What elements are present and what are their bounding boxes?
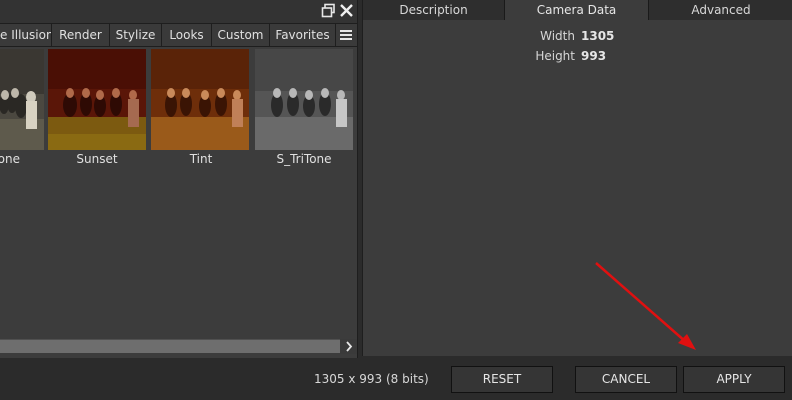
effect-thumbnail-sunset[interactable] — [48, 49, 146, 150]
effect-thumbnail-tritone-partial[interactable] — [0, 49, 44, 150]
reset-button[interactable]: RESET — [451, 366, 553, 393]
effects-browser-panel: e Illusion Render Stylize Looks Custom F… — [0, 0, 358, 358]
horizontal-scrollbar[interactable] — [0, 339, 340, 353]
width-label: Width — [540, 29, 575, 43]
apply-button[interactable]: APPLY — [683, 366, 785, 393]
info-panel: Description Camera Data Advanced Width 1… — [362, 0, 792, 356]
tab-looks[interactable]: Looks — [162, 24, 212, 46]
thumbnail-label: Sunset — [76, 152, 118, 166]
tab-render[interactable]: Render — [52, 24, 110, 46]
tab-custom[interactable]: Custom — [212, 24, 270, 46]
restore-window-icon[interactable] — [321, 3, 336, 18]
panel-titlebar — [0, 0, 357, 23]
effect-thumbnail-tint[interactable] — [151, 49, 249, 150]
thumbnail-label: S_TriTone — [276, 152, 332, 166]
scroll-right-button[interactable] — [340, 339, 357, 354]
tab-camera-data[interactable]: Camera Data — [505, 0, 649, 20]
cancel-button[interactable]: CANCEL — [575, 366, 677, 393]
thumbnail-label: Tint — [189, 152, 213, 166]
close-icon[interactable] — [339, 3, 354, 18]
tab-favorites[interactable]: Favorites — [270, 24, 336, 46]
tab-description[interactable]: Description — [363, 0, 505, 20]
hamburger-menu-icon[interactable] — [336, 26, 356, 44]
tab-advanced[interactable]: Advanced — [649, 0, 792, 20]
tab-illusion[interactable]: e Illusion — [0, 24, 52, 46]
tab-stylize[interactable]: Stylize — [110, 24, 162, 46]
image-size-status: 1305 x 993 (8 bits) — [314, 372, 429, 386]
chevron-right-icon — [346, 341, 353, 352]
width-value: 1305 — [581, 29, 615, 43]
thumbnail-label: one — [0, 152, 20, 166]
info-tabs: Description Camera Data Advanced — [363, 0, 792, 20]
height-label: Height — [535, 49, 575, 63]
effect-thumbnail-s-tritone[interactable] — [255, 49, 353, 150]
height-value: 993 — [581, 49, 607, 63]
category-tabs: e Illusion Render Stylize Looks Custom F… — [0, 23, 357, 47]
